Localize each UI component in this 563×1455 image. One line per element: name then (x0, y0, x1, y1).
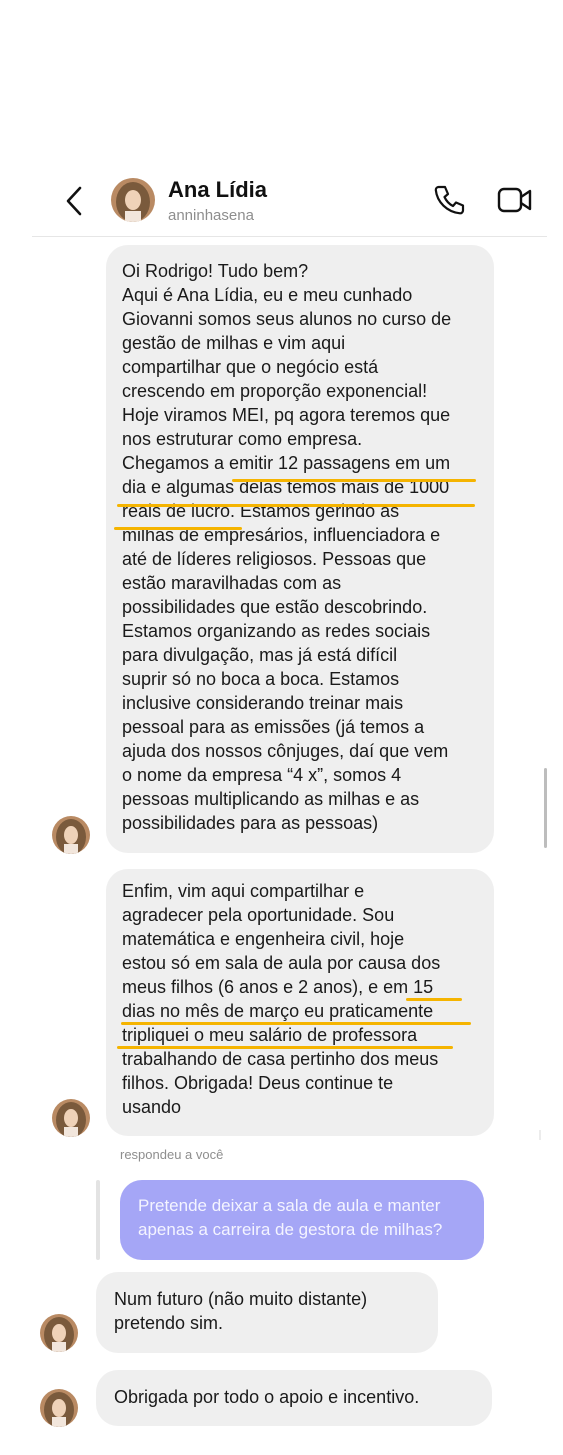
highlight-underline (406, 998, 462, 1001)
highlight-underline (117, 1046, 453, 1049)
avatar[interactable] (40, 1314, 78, 1352)
highlight-underline (232, 479, 476, 482)
message-bubble[interactable]: Num futuro (não muito distante) pretendo… (96, 1272, 438, 1353)
highlight-underline (117, 504, 475, 507)
contact-handle: anninhasena (168, 207, 254, 224)
back-icon[interactable] (60, 184, 88, 218)
highlight-underline (114, 527, 242, 530)
avatar[interactable] (40, 1389, 78, 1427)
quoted-message[interactable]: Pretende deixar a sala de aula e manter … (120, 1180, 484, 1260)
header-divider (32, 236, 547, 237)
scroll-marker (539, 1130, 541, 1140)
video-call-icon[interactable] (497, 185, 533, 215)
message-text: Num futuro (não muito distante) pretendo… (114, 1289, 368, 1333)
message-bubble[interactable]: Enfim, vim aqui compartilhar e agradecer… (106, 869, 494, 1136)
avatar[interactable] (52, 816, 90, 854)
chat-header: Ana Lídia anninhasena (0, 170, 563, 236)
reply-label: respondeu a você (120, 1147, 224, 1162)
scrollbar[interactable] (544, 768, 547, 848)
contact-name[interactable]: Ana Lídia (168, 177, 267, 203)
highlight-underline (121, 1022, 471, 1025)
reply-quote-bar (96, 1180, 100, 1260)
message-bubble[interactable]: Oi Rodrigo! Tudo bem? Aqui é Ana Lídia, … (106, 245, 494, 853)
avatar[interactable] (52, 1099, 90, 1137)
message-bubble[interactable]: Obrigada por todo o apoio e incentivo. (96, 1370, 492, 1426)
message-text: Oi Rodrigo! Tudo bem? Aqui é Ana Lídia, … (122, 261, 452, 833)
phone-icon[interactable] (432, 183, 466, 217)
message-text: Obrigada por todo o apoio e incentivo. (114, 1387, 420, 1407)
avatar[interactable] (111, 178, 155, 222)
